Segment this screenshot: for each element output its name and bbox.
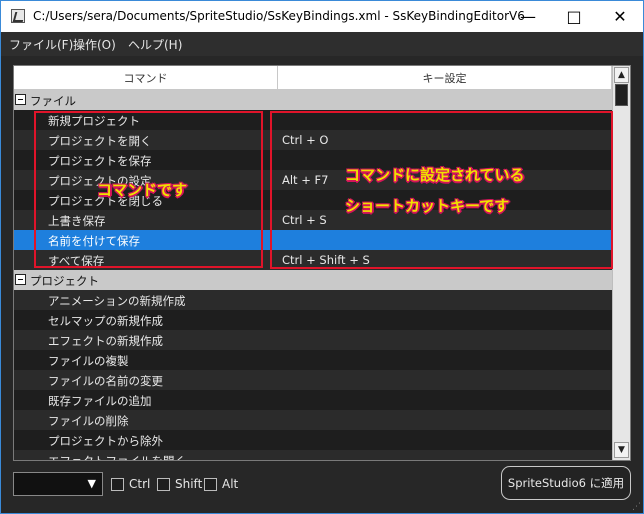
table-row[interactable]: エフェクトの新規作成 (14, 330, 612, 350)
ctrl-checkbox[interactable] (111, 478, 124, 491)
maximize-icon[interactable]: □ (551, 1, 597, 32)
apply-to-spritestudio-button[interactable]: SpriteStudio6 に適用 (501, 466, 631, 500)
table-group-row[interactable]: プロジェクト (14, 270, 612, 290)
table-row[interactable]: ファイルの名前の変更 (14, 370, 612, 390)
bottom-toolbar: ▼ Ctrl Shift Alt SpriteStudio6 に適用 ⋰ (1, 463, 643, 513)
app-icon (11, 9, 25, 23)
table-row[interactable]: セルマップの新規作成 (14, 310, 612, 330)
menu-file[interactable]: ファイル(F) (9, 36, 73, 53)
command-cell: プロジェクトから除外 (48, 434, 163, 448)
command-cell: ファイルの名前の変更 (48, 374, 163, 388)
table-row[interactable]: ファイルの複製 (14, 350, 612, 370)
group-label: ファイル (30, 94, 76, 108)
scroll-down-icon[interactable]: ▼ (614, 442, 629, 458)
close-icon[interactable]: ✕ (597, 1, 643, 32)
command-cell: アニメーションの新規作成 (48, 294, 186, 308)
table-row[interactable]: ファイルの削除 (14, 410, 612, 430)
scroll-up-icon[interactable]: ▲ (614, 67, 629, 83)
command-cell: エフェクトファイルを開く (48, 454, 186, 461)
command-cell: ファイルの複製 (48, 354, 129, 368)
command-cell: ファイルの削除 (48, 414, 129, 428)
ctrl-label: Ctrl (129, 477, 151, 491)
command-cell: 既存ファイルの追加 (48, 394, 152, 408)
window-title: C:/Users/sera/Documents/SpriteStudio/SsK… (33, 9, 525, 23)
shift-checkbox[interactable] (157, 478, 170, 491)
group-label: プロジェクト (30, 274, 99, 288)
title-bar: C:/Users/sera/Documents/SpriteStudio/SsK… (1, 1, 643, 32)
shift-label: Shift (175, 477, 203, 491)
annotation-label-shortcuts-2: ショートカットキーです (345, 197, 510, 215)
menu-help[interactable]: ヘルプ(H) (128, 36, 182, 53)
vertical-scrollbar[interactable]: ▲ ▼ (612, 66, 630, 460)
alt-checkbox[interactable] (204, 478, 217, 491)
menu-bar: ファイル(F) 操作(O) ヘルプ(H) (1, 32, 643, 56)
table-row[interactable]: 既存ファイルの追加 (14, 390, 612, 410)
table-row[interactable]: アニメーションの新規作成 (14, 290, 612, 310)
column-header-key[interactable]: キー設定 (278, 66, 612, 90)
table-row[interactable]: プロジェクトから除外 (14, 430, 612, 450)
collapse-icon[interactable] (15, 274, 26, 285)
app-window: C:/Users/sera/Documents/SpriteStudio/SsK… (0, 0, 644, 514)
annotation-label-commands: コマンドです (97, 181, 188, 199)
chevron-down-icon: ▼ (87, 477, 96, 490)
resize-grip-icon[interactable]: ⋰ (632, 502, 641, 512)
collapse-icon[interactable] (15, 94, 26, 105)
annotation-label-shortcuts-1: コマンドに設定されている (345, 166, 525, 184)
scroll-thumb[interactable] (615, 84, 628, 106)
alt-label: Alt (222, 477, 239, 491)
table-row[interactable]: エフェクトファイルを開く (14, 450, 612, 461)
key-select-dropdown[interactable]: ▼ (13, 472, 103, 496)
annotation-box-shortcuts (270, 111, 613, 269)
table-group-row[interactable]: ファイル (14, 90, 612, 110)
column-header-command[interactable]: コマンド (14, 66, 278, 90)
command-cell: セルマップの新規作成 (48, 314, 163, 328)
minimize-icon[interactable]: — (505, 1, 551, 32)
menu-operation[interactable]: 操作(O) (73, 36, 116, 53)
command-cell: エフェクトの新規作成 (48, 334, 163, 348)
